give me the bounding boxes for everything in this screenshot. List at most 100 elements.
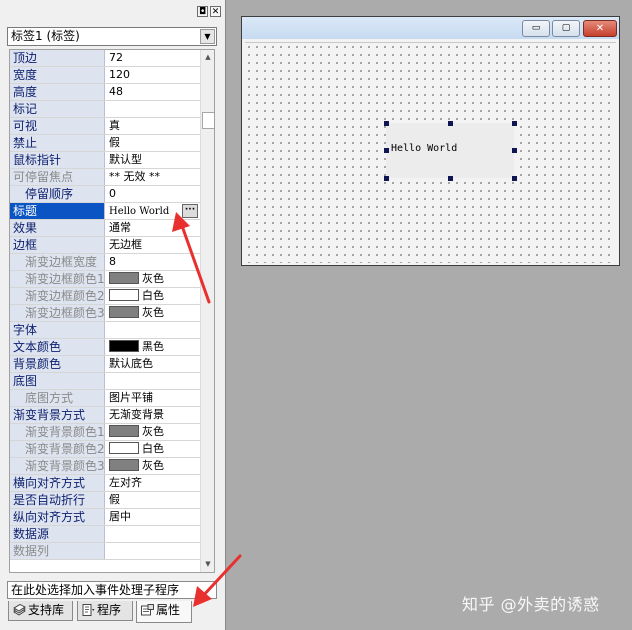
property-row[interactable]: 底图方式 图片平铺 xyxy=(10,390,200,407)
property-row[interactable]: 数据源 xyxy=(10,526,200,543)
resize-handle-bottom-left[interactable] xyxy=(384,176,389,181)
property-row[interactable]: 渐变背景颜色1 灰色 xyxy=(10,424,200,441)
property-value-text: 120 xyxy=(109,68,130,81)
property-row[interactable]: 标记 xyxy=(10,101,200,118)
property-grid: 顶边 72 宽度 120 高度 48 标记 可视真禁止假鼠标指针 默认型 可停留焦点 ** 无效 *… xyxy=(9,49,215,573)
property-value[interactable] xyxy=(107,101,200,117)
label-control[interactable]: Hello World xyxy=(386,123,514,178)
resize-handle-bottom[interactable] xyxy=(448,176,453,181)
property-value-text: 居中 xyxy=(109,510,131,523)
property-row[interactable]: 鼠标指针 默认型 xyxy=(10,152,200,169)
property-row[interactable]: 渐变边框颜色1 灰色 xyxy=(10,271,200,288)
event-handler-select[interactable]: 在此处选择加入事件处理子程序 xyxy=(7,581,217,599)
property-name: 边框 xyxy=(10,237,105,253)
property-value[interactable]: 灰色 xyxy=(107,424,200,440)
property-row[interactable]: 是否自动折行假 xyxy=(10,492,200,509)
property-value[interactable]: 灰色 xyxy=(107,271,200,287)
property-value[interactable]: 48 xyxy=(107,84,200,100)
vertical-scrollbar[interactable]: ▲ ▼ xyxy=(200,50,214,572)
resize-handle-top-right[interactable] xyxy=(512,121,517,126)
property-value[interactable]: 黑色 xyxy=(107,339,200,355)
ellipsis-button[interactable]: ··· xyxy=(182,204,198,218)
property-row[interactable]: 可视真 xyxy=(10,118,200,135)
property-name: 文本颜色 xyxy=(10,339,105,355)
property-row[interactable]: 渐变边框颜色2 白色 xyxy=(10,288,200,305)
property-row[interactable]: 纵向对齐方式 居中 xyxy=(10,509,200,526)
property-panel: ◘ ✕ 标签1 (标签) ▼ 顶边 72 宽度 120 高度 48 标记 可视真禁止假鼠标指针… xyxy=(0,0,226,630)
property-value[interactable] xyxy=(107,526,200,542)
object-select-dropdown[interactable]: 标签1 (标签) ▼ xyxy=(7,27,217,46)
property-value[interactable]: 默认型 xyxy=(107,152,200,168)
property-value-text: 左对齐 xyxy=(109,476,142,489)
property-value[interactable]: 居中 xyxy=(107,509,200,525)
resize-handle-top-left[interactable] xyxy=(384,121,389,126)
property-value[interactable]: 72 xyxy=(107,50,200,66)
property-value[interactable]: 8 xyxy=(107,254,200,270)
property-value[interactable]: ** 无效 ** xyxy=(107,169,200,185)
tab-program[interactable]: 程序 xyxy=(77,601,133,621)
tab-support-library[interactable]: 支持库 xyxy=(8,601,73,621)
property-row[interactable]: 渐变背景颜色3 灰色 xyxy=(10,458,200,475)
property-row[interactable]: 横向对齐方式 左对齐 xyxy=(10,475,200,492)
property-value[interactable]: 无渐变背景 xyxy=(107,407,200,423)
property-value[interactable]: 假 xyxy=(107,492,200,508)
property-value[interactable] xyxy=(107,322,200,338)
maximize-icon[interactable]: ▢ xyxy=(552,20,580,37)
property-value[interactable]: Hello World ··· xyxy=(107,203,200,219)
property-row[interactable]: 效果 通常 xyxy=(10,220,200,237)
property-row[interactable]: 禁止假 xyxy=(10,135,200,152)
scroll-down-icon[interactable]: ▼ xyxy=(201,557,214,572)
property-value[interactable]: 默认底色 xyxy=(107,356,200,372)
property-row[interactable]: 渐变背景颜色2 白色 xyxy=(10,441,200,458)
scroll-up-icon[interactable]: ▲ xyxy=(201,50,214,65)
property-value[interactable]: 真 xyxy=(107,118,200,134)
property-value[interactable] xyxy=(107,543,200,559)
resize-handle-bottom-right[interactable] xyxy=(512,176,517,181)
property-value[interactable]: 左对齐 xyxy=(107,475,200,491)
property-row[interactable]: 渐变边框宽度 8 xyxy=(10,254,200,271)
property-row[interactable]: 底图 xyxy=(10,373,200,390)
close-icon[interactable]: ✕ xyxy=(210,6,221,17)
chevron-down-icon[interactable]: ▼ xyxy=(200,29,215,44)
pin-icon[interactable]: ◘ xyxy=(197,6,208,17)
property-value[interactable]: 无边框 xyxy=(107,237,200,253)
property-value[interactable]: 灰色 xyxy=(107,305,200,321)
property-row[interactable]: 可停留焦点 ** 无效 ** xyxy=(10,169,200,186)
property-row[interactable]: 停留顺序 0 xyxy=(10,186,200,203)
property-value[interactable]: 灰色 xyxy=(107,458,200,474)
property-value[interactable]: 白色 xyxy=(107,441,200,457)
property-row[interactable]: 高度 48 xyxy=(10,84,200,101)
property-value[interactable]: 通常 xyxy=(107,220,200,236)
tab-properties[interactable]: 属性 xyxy=(136,601,192,623)
property-value[interactable]: 120 xyxy=(107,67,200,83)
close-icon[interactable]: ✕ xyxy=(583,20,617,37)
form-canvas[interactable]: Hello World xyxy=(245,42,616,263)
property-value[interactable]: 图片平铺 xyxy=(107,390,200,406)
property-row[interactable]: 标题 Hello World ··· xyxy=(10,203,200,220)
form-titlebar[interactable]: ▭ ▢ ✕ xyxy=(242,17,619,39)
property-value[interactable]: 假 xyxy=(107,135,200,151)
minimize-icon[interactable]: ▭ xyxy=(522,20,550,37)
resize-handle-right[interactable] xyxy=(512,148,517,153)
library-icon xyxy=(13,604,26,616)
property-name: 渐变背景颜色1 xyxy=(10,424,105,440)
property-row[interactable]: 背景颜色 默认底色 xyxy=(10,356,200,373)
property-row[interactable]: 宽度 120 xyxy=(10,67,200,84)
property-row[interactable]: 数据列 xyxy=(10,543,200,560)
form-window[interactable]: ▭ ▢ ✕ Hello World xyxy=(241,16,620,266)
property-row[interactable]: 渐变背景方式 无渐变背景 xyxy=(10,407,200,424)
resize-handle-left[interactable] xyxy=(384,148,389,153)
property-row[interactable]: 文本颜色 黑色 xyxy=(10,339,200,356)
property-value[interactable]: 白色 xyxy=(107,288,200,304)
property-value-text: 0 xyxy=(109,187,116,200)
property-row[interactable]: 渐变边框颜色3 灰色 xyxy=(10,305,200,322)
property-value[interactable]: 0 xyxy=(107,186,200,202)
scroll-thumb[interactable] xyxy=(202,112,214,129)
property-row[interactable]: 字体 xyxy=(10,322,200,339)
tab-label: 支持库 xyxy=(28,603,65,617)
property-value[interactable] xyxy=(107,373,200,389)
property-row[interactable]: 顶边 72 xyxy=(10,50,200,67)
property-row[interactable]: 边框 无边框 xyxy=(10,237,200,254)
property-name: 渐变边框颜色2 xyxy=(10,288,105,304)
resize-handle-top[interactable] xyxy=(448,121,453,126)
